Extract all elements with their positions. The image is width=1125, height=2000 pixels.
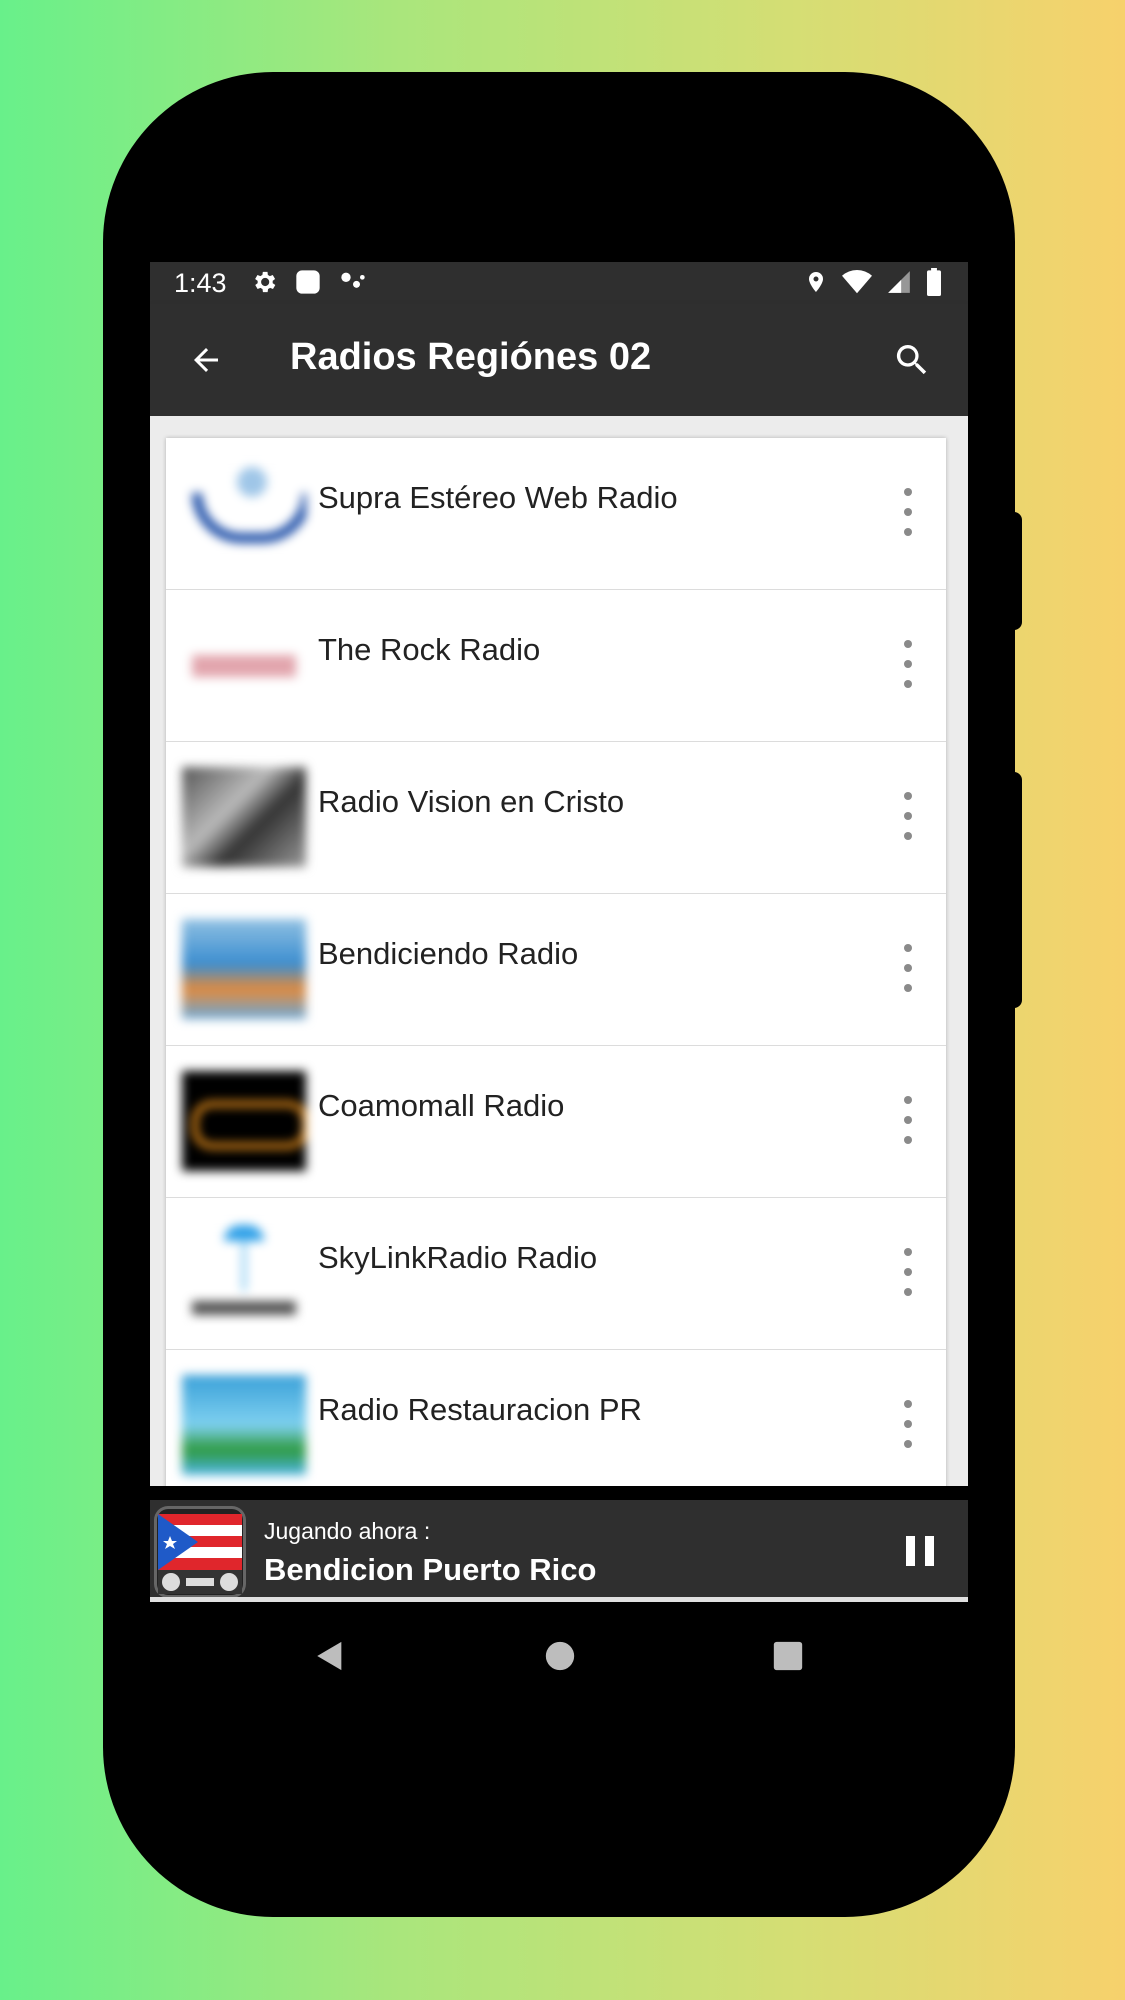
- nav-back-button[interactable]: [306, 1632, 354, 1680]
- list-item[interactable]: The Rock Radio: [166, 590, 946, 742]
- pause-button[interactable]: [906, 1536, 934, 1566]
- more-options-button[interactable]: [896, 792, 920, 840]
- now-playing-label: Jugando ahora :: [264, 1518, 431, 1544]
- arrow-left-icon: [194, 348, 218, 372]
- status-bar: 1:43: [150, 262, 968, 304]
- status-notification-icons: [250, 268, 368, 296]
- station-name: Supra Estéreo Web Radio: [318, 480, 678, 515]
- settings-gear-icon: [255, 271, 276, 293]
- now-playing-bar[interactable]: Jugando ahora : Bendicion Puerto Rico: [150, 1500, 968, 1602]
- pause-icon: [906, 1536, 915, 1566]
- station-logo: [182, 463, 306, 563]
- system-navigation-bar: [150, 1608, 968, 1702]
- station-name: Radio Restauracion PR: [318, 1392, 642, 1427]
- assistant-dots-icon: [341, 272, 365, 288]
- more-options-button[interactable]: [896, 1400, 920, 1448]
- station-name: SkyLinkRadio Radio: [318, 1240, 598, 1275]
- status-time: 1:43: [174, 268, 227, 298]
- station-name: Radio Vision en Cristo: [318, 784, 625, 819]
- square-recents-icon: [773, 1641, 803, 1671]
- cell-signal-icon: [888, 271, 910, 293]
- list-item[interactable]: Bendiciendo Radio: [166, 894, 946, 1046]
- device-screen: 1:43 Radios Regiónes 02 Supra Estéreo We…: [150, 262, 968, 1702]
- station-logo: [182, 767, 306, 867]
- triangle-back-icon: [317, 1641, 342, 1671]
- station-name: The Rock Radio: [318, 632, 541, 667]
- search-icon: [896, 345, 927, 375]
- station-list-area[interactable]: Supra Estéreo Web Radio The Rock Radio R…: [150, 416, 968, 1486]
- station-list: Supra Estéreo Web Radio The Rock Radio R…: [166, 438, 946, 1486]
- station-logo: [182, 1375, 306, 1475]
- app-bar: Radios Regiónes 02: [150, 304, 968, 416]
- station-logo: [182, 919, 306, 1019]
- list-item[interactable]: Supra Estéreo Web Radio: [166, 438, 946, 590]
- status-system-icons: [804, 268, 942, 296]
- nav-recents-button[interactable]: [764, 1632, 812, 1680]
- station-logo: [182, 1223, 306, 1323]
- list-item[interactable]: Coamomall Radio: [166, 1046, 946, 1198]
- nav-home-button[interactable]: [536, 1632, 584, 1680]
- phone-side-button-power: [1012, 512, 1022, 630]
- app-square-icon: [296, 270, 320, 294]
- list-item[interactable]: Radio Restauracion PR: [166, 1350, 946, 1486]
- more-options-button[interactable]: [896, 640, 920, 688]
- more-options-button[interactable]: [896, 944, 920, 992]
- wifi-icon: [842, 270, 872, 294]
- more-options-button[interactable]: [896, 488, 920, 536]
- puerto-rico-flag-radio-icon: [158, 1514, 242, 1594]
- back-button[interactable]: [180, 334, 232, 386]
- now-playing-artwork: [154, 1506, 246, 1598]
- now-playing-station: Bendicion Puerto Rico: [264, 1552, 597, 1587]
- list-item[interactable]: Radio Vision en Cristo: [166, 742, 946, 894]
- station-logo: [182, 615, 306, 715]
- progress-bar: [150, 1597, 968, 1602]
- list-item[interactable]: SkyLinkRadio Radio: [166, 1198, 946, 1350]
- more-options-button[interactable]: [896, 1096, 920, 1144]
- station-name: Coamomall Radio: [318, 1088, 565, 1123]
- location-pin-icon: [809, 272, 823, 292]
- page-title: Radios Regiónes 02: [290, 336, 652, 378]
- search-button[interactable]: [886, 334, 938, 386]
- circle-home-icon: [545, 1641, 575, 1671]
- battery-icon: [927, 268, 941, 296]
- station-logo: [182, 1071, 306, 1171]
- more-options-button[interactable]: [896, 1248, 920, 1296]
- station-name: Bendiciendo Radio: [318, 936, 579, 971]
- phone-side-button-volume: [1012, 772, 1022, 1008]
